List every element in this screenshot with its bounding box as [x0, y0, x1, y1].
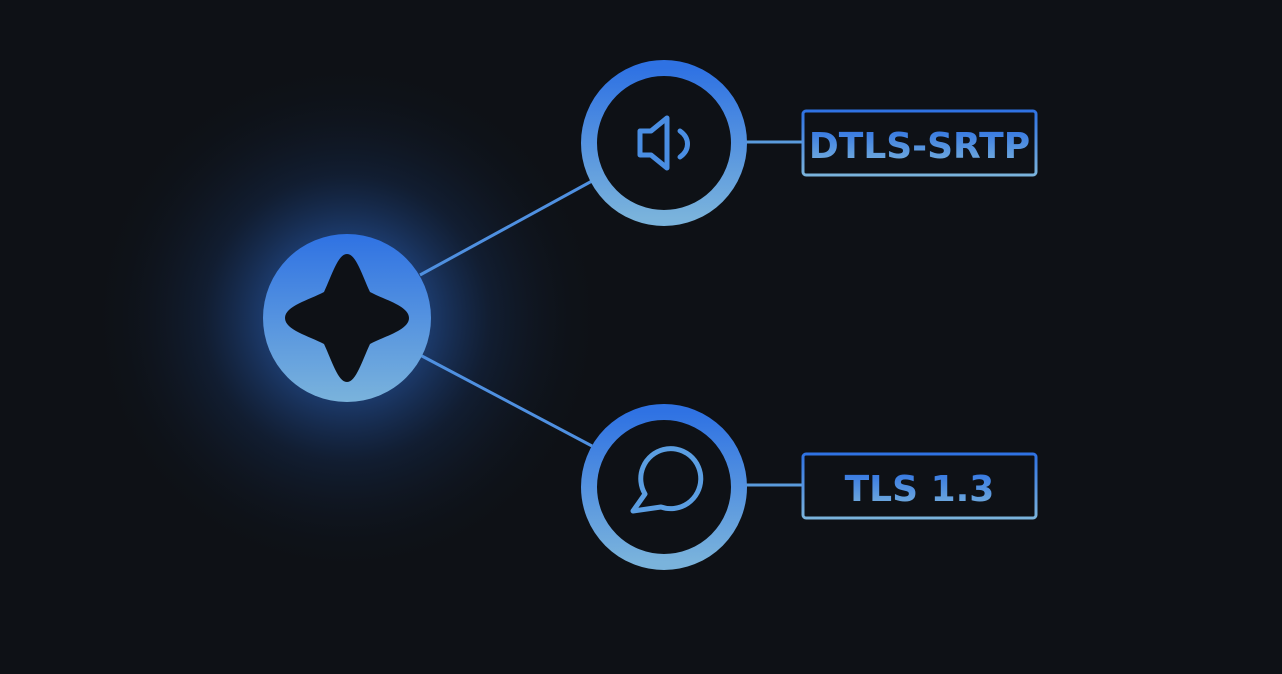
protocol-label-text: TLS 1.3	[845, 469, 995, 510]
protocol-label-bottom: TLS 1.3	[801, 452, 1038, 520]
encryption-diagram: DTLS-SRTP TLS 1.3	[87, 58, 1038, 578]
protocol-label-top: DTLS-SRTP	[801, 109, 1038, 177]
protocol-label-text: DTLS-SRTP	[809, 126, 1030, 167]
channel-node-audio	[581, 60, 747, 226]
hub-node	[263, 234, 431, 402]
channel-node-messaging	[581, 404, 747, 570]
